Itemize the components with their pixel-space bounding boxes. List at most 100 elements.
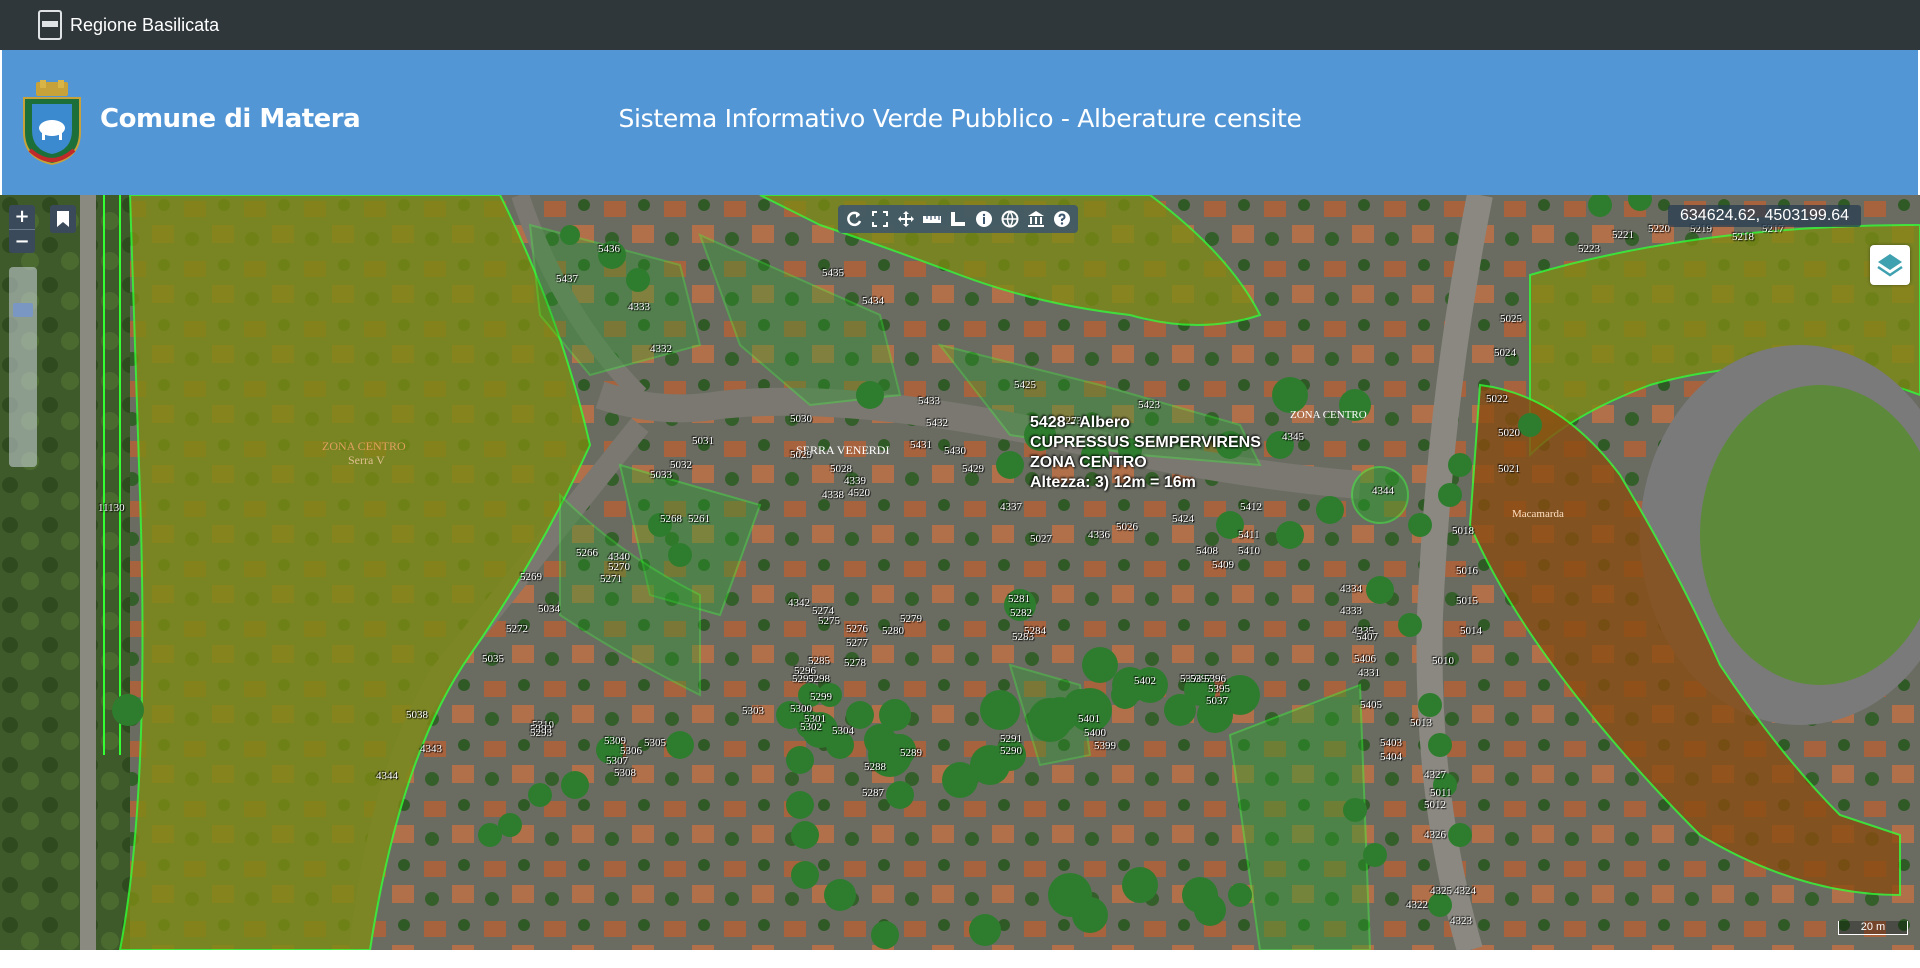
tree-id-label[interactable]: 5287 <box>862 787 884 799</box>
map-canvas[interactable]: ZONA CENTRO Serra V SERRA VENERDI Macama… <box>0 195 1920 950</box>
tree-id-label[interactable]: 5010 <box>1432 655 1454 667</box>
tree-id-label[interactable]: 5436 <box>598 243 620 255</box>
tree-id-label[interactable]: 5289 <box>900 747 922 759</box>
tree-id-label[interactable]: 5020 <box>1498 427 1520 439</box>
tree-id-label[interactable]: 5299 <box>810 691 832 703</box>
tree-id-label[interactable]: 5271 <box>600 573 622 585</box>
tree-id-label[interactable]: 4327 <box>1424 769 1446 781</box>
tree-id-label[interactable]: 5399 <box>1094 740 1116 752</box>
tree-id-label[interactable]: 5291 <box>1000 733 1022 745</box>
tree-id-label[interactable]: 5269 <box>520 571 542 583</box>
tree-id-label[interactable]: 4336 <box>1088 529 1110 541</box>
tree-id-label[interactable]: 5305 <box>644 737 666 749</box>
tree-id-label[interactable]: 5424 <box>1172 513 1194 525</box>
tree-id-label[interactable]: 5021 <box>1498 463 1520 475</box>
tree-id-label[interactable]: 4342 <box>788 597 810 609</box>
tree-id-label[interactable]: 5410 <box>1238 545 1260 557</box>
tree-id-label[interactable]: 4520 <box>848 487 870 499</box>
tree-id-label[interactable]: 5025 <box>1500 313 1522 325</box>
measure-area-button[interactable] <box>945 207 971 231</box>
tree-id-label[interactable]: 5429 <box>962 463 984 475</box>
tree-id-label[interactable]: 5277 <box>846 637 868 649</box>
tree-id-label[interactable]: 5425 <box>1014 379 1036 391</box>
tree-id-label[interactable]: 5433 <box>918 395 940 407</box>
tree-id-label[interactable]: 5400 <box>1084 727 1106 739</box>
tree-id-label[interactable]: 5034 <box>538 603 560 615</box>
tree-id-label[interactable]: 4345 <box>1282 431 1304 443</box>
tree-id-label[interactable]: 4344 <box>1372 485 1394 497</box>
tree-id-label[interactable]: 4339 <box>844 475 866 487</box>
tree-id-label[interactable]: 5029 <box>790 449 812 461</box>
tree-id-label[interactable]: 4323 <box>1450 915 1472 927</box>
tree-id-label[interactable]: 5280 <box>882 625 904 637</box>
tree-id-label[interactable]: 4334 <box>1340 583 1362 595</box>
tree-id-label[interactable]: 5218 <box>1732 231 1754 243</box>
info-button[interactable] <box>971 207 997 231</box>
tree-id-label[interactable]: 5309 <box>604 735 626 747</box>
fullscreen-button[interactable] <box>867 207 893 231</box>
tree-id-label[interactable]: 5431 <box>910 439 932 451</box>
tree-id-label[interactable]: 5027 <box>1030 533 1052 545</box>
tree-id-label[interactable]: 5408 <box>1196 545 1218 557</box>
tree-id-label[interactable]: 5402 <box>1134 675 1156 687</box>
tree-id-label[interactable]: 5303 <box>742 705 764 717</box>
tree-id-label[interactable]: 5018 <box>1452 525 1474 537</box>
tree-id-label[interactable]: 5024 <box>1494 347 1516 359</box>
bookmark-button[interactable] <box>50 205 76 233</box>
tree-id-label[interactable]: 5405 <box>1360 699 1382 711</box>
tree-id-label[interactable]: 5411 <box>1238 529 1260 541</box>
tree-id-label[interactable]: 5266 <box>576 547 598 559</box>
tree-id-label[interactable]: 4326 <box>1424 829 1446 841</box>
tree-id-label[interactable]: 5302 <box>800 721 822 733</box>
tree-id-label[interactable]: 5406 <box>1354 653 1376 665</box>
tree-id-label[interactable]: 5013 <box>1410 717 1432 729</box>
tree-id-label[interactable]: 5014 <box>1460 625 1482 637</box>
tree-id-label[interactable]: 4333 <box>1340 605 1362 617</box>
tree-id-label[interactable]: 5298 <box>808 673 830 685</box>
tree-id-label[interactable]: 5275 <box>818 615 840 627</box>
tree-id-label[interactable]: 5032 <box>670 459 692 471</box>
tree-id-label[interactable]: 5409 <box>1212 559 1234 571</box>
tree-id-label[interactable]: 5279 <box>900 613 922 625</box>
tree-id-label[interactable]: 5270 <box>608 561 630 573</box>
tree-id-label[interactable]: 5035 <box>482 653 504 665</box>
tree-id-label[interactable]: 4344 <box>376 770 398 782</box>
zoom-out-button[interactable]: − <box>9 229 35 253</box>
help-button[interactable] <box>1049 207 1075 231</box>
tree-id-label[interactable]: 4325 <box>1430 885 1452 897</box>
globe-button[interactable] <box>997 207 1023 231</box>
layers-button[interactable] <box>1870 245 1910 285</box>
zoom-slider-thumb[interactable] <box>13 303 33 317</box>
tree-id-label[interactable]: 5395 <box>1208 683 1230 695</box>
tree-id-label[interactable]: 5220 <box>1648 223 1670 235</box>
tree-id-label[interactable]: 5012 <box>1424 799 1446 811</box>
tree-id-label[interactable]: 4332 <box>650 343 672 355</box>
measure-length-button[interactable] <box>919 207 945 231</box>
tree-id-label[interactable]: 4337 <box>1000 501 1022 513</box>
tree-id-label[interactable]: 5278 <box>844 657 866 669</box>
tree-id-label[interactable]: 5423 <box>1138 399 1160 411</box>
tree-id-label[interactable]: 5401 <box>1078 713 1100 725</box>
tree-id-label[interactable]: 5437 <box>556 273 578 285</box>
tree-id-label[interactable]: 5288 <box>864 761 886 773</box>
tree-id-label[interactable]: 5430 <box>944 445 966 457</box>
zoom-slider[interactable] <box>9 267 37 467</box>
tree-id-label[interactable]: 11130 <box>98 502 125 514</box>
tree-id-label[interactable]: 5304 <box>832 725 854 737</box>
zoom-in-button[interactable]: + <box>9 205 35 229</box>
tree-id-label[interactable]: 5022 <box>1486 393 1508 405</box>
tree-id-label[interactable]: 5434 <box>862 295 884 307</box>
tree-id-label[interactable]: 5281 <box>1008 593 1030 605</box>
tree-id-label[interactable]: 4324 <box>1454 885 1476 897</box>
tree-id-label[interactable]: 5015 <box>1456 595 1478 607</box>
tree-id-label[interactable]: 5404 <box>1380 751 1402 763</box>
tree-id-label[interactable]: 5223 <box>1578 243 1600 255</box>
tree-id-label[interactable]: 5276 <box>846 623 868 635</box>
tree-id-label[interactable]: 5261 <box>688 513 710 525</box>
tree-id-label[interactable]: 5030 <box>790 413 812 425</box>
tree-id-label[interactable]: 4322 <box>1406 899 1428 911</box>
refresh-button[interactable] <box>841 207 867 231</box>
tree-id-label[interactable]: 5028 <box>830 463 852 475</box>
tree-id-label[interactable]: 5435 <box>822 267 844 279</box>
tree-id-label[interactable]: 5282 <box>1010 607 1032 619</box>
